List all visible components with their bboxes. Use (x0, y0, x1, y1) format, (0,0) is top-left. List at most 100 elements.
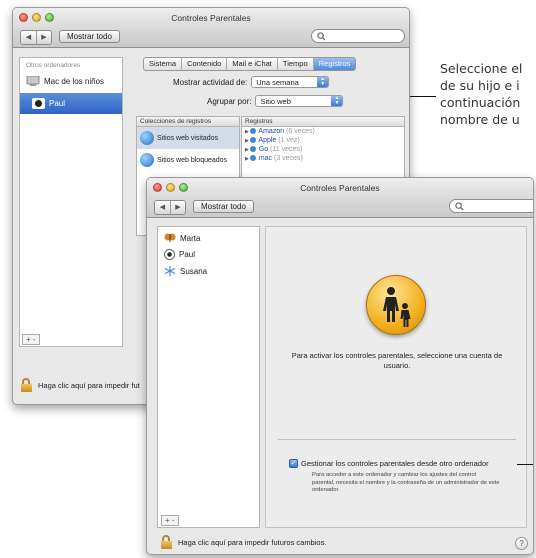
log-item[interactable]: ▶ Apple (1 vez) (242, 136, 404, 145)
back-lock-row[interactable]: Haga clic aquí para impedir fut (21, 378, 140, 392)
remote-management-label[interactable]: Gestionar los controles parentales desde… (301, 459, 489, 468)
collections-header: Colecciones de registros (137, 117, 239, 127)
disclosure-triangle-icon: ▶ (245, 129, 249, 135)
snowflake-icon (164, 266, 176, 276)
user-item-marta[interactable]: Marta (158, 227, 259, 246)
front-window: Controles Parentales ◀ ▶ Mostrar todo Ma… (146, 177, 534, 555)
soccer-ball-icon (32, 98, 45, 109)
help-button[interactable]: ? (515, 537, 528, 550)
nav-buttons: ◀ ▶ (20, 30, 52, 45)
checkbox-leader-line (517, 464, 533, 465)
window-title: Controles Parentales (300, 183, 380, 193)
log-count: (6 veces) (286, 128, 315, 135)
remote-management-checkbox[interactable]: ✓ (289, 459, 298, 468)
user-item-paul[interactable]: Paul (158, 246, 259, 263)
collection-blocked-sites[interactable]: Sitios web bloqueados (137, 149, 239, 171)
log-count: (3 veces) (274, 155, 303, 162)
group-by-row: Agrupar por: Sitio web ▲ ▼ (207, 95, 344, 107)
sidebar-item-paul[interactable]: Paul (20, 93, 122, 114)
blocked-globe-icon (140, 153, 154, 167)
sidebar-header: Otros ordenadores (26, 62, 81, 69)
computer-icon (26, 76, 40, 86)
lock-text: Haga clic aquí para impedir futuros camb… (178, 537, 327, 547)
log-item[interactable]: ▶ Go (11 veces) (242, 145, 404, 154)
parental-controls-icon (366, 275, 426, 335)
callout-line: continuación (440, 95, 521, 110)
globe-icon (140, 131, 154, 145)
show-all-button[interactable]: Mostrar todo (193, 200, 254, 213)
user-name: Susana (180, 266, 208, 276)
sidebar-item-mac-de-los-ninos[interactable]: Mac de los niños (20, 73, 122, 89)
log-name: Amazon (258, 128, 285, 135)
tab-registros[interactable]: Registros (312, 58, 356, 70)
globe-icon (249, 146, 256, 152)
lock-icon (21, 378, 33, 392)
front-lock-row[interactable]: Haga clic aquí para impedir futuros camb… (161, 535, 326, 549)
soccer-ball-icon (164, 249, 175, 260)
show-all-button[interactable]: Mostrar todo (59, 30, 120, 43)
disclosure-triangle-icon: ▶ (245, 138, 249, 144)
collection-label: Sitios web visitados (157, 134, 219, 142)
group-by-value: Sitio web (260, 97, 291, 106)
divider (278, 439, 516, 440)
add-remove-button[interactable]: + - (161, 515, 179, 526)
content-area: Para activar los controles parentales, s… (265, 226, 527, 528)
disclosure-triangle-icon: ▶ (245, 156, 249, 162)
forward-arrow-icon[interactable]: ▶ (36, 31, 51, 44)
show-activity-row: Mostrar actividad de: Una semana ▲ ▼ (173, 76, 330, 88)
add-remove-button[interactable]: + - (22, 334, 40, 345)
group-by-label: Agrupar por: (207, 96, 252, 106)
group-by-popup[interactable]: Sitio web ▲ ▼ (255, 95, 344, 107)
callout-line: Seleccione el (440, 61, 523, 76)
remote-management-row: ✓ Gestionar los controles parentales des… (289, 459, 489, 468)
user-item-susana[interactable]: Susana (158, 263, 259, 279)
select-user-message: Para activar los controles parentales, s… (291, 351, 503, 370)
popup-arrows-icon: ▲ ▼ (331, 96, 343, 106)
log-count: (11 veces) (270, 146, 303, 153)
tab-bar: Sistema Contenido Mail e iChat Tiempo Re… (143, 57, 357, 71)
log-item[interactable]: ▶ mac (3 veces) (242, 154, 404, 163)
log-item[interactable]: ▶ Amazon (6 veces) (242, 127, 404, 136)
front-window-titlebar: Controles Parentales ◀ ▶ Mostrar todo (147, 178, 533, 218)
search-input[interactable] (449, 199, 533, 213)
show-activity-popup[interactable]: Una semana ▲ ▼ (251, 76, 330, 88)
parent-child-icon (383, 287, 411, 327)
user-name: Marta (180, 233, 201, 243)
show-activity-value: Una semana (256, 78, 299, 87)
window-title: Controles Parentales (171, 13, 251, 23)
log-count: (1 vez) (278, 137, 300, 144)
globe-icon (249, 137, 256, 143)
butterfly-icon (164, 233, 176, 242)
collection-label: Sitios web bloqueados (157, 156, 228, 164)
search-icon (317, 32, 326, 41)
tab-mail-ichat[interactable]: Mail e iChat (226, 58, 277, 70)
sidebar-item-label: Mac de los niños (44, 76, 105, 86)
back-arrow-icon[interactable]: ◀ (155, 201, 170, 214)
sidebar-item-label: Paul (49, 99, 66, 108)
tab-sistema[interactable]: Sistema (144, 58, 182, 70)
search-icon (455, 202, 464, 211)
callout-line: nombre de u (440, 112, 520, 127)
globe-icon (249, 155, 256, 161)
lock-text: Haga clic aquí para impedir fut (38, 380, 140, 390)
popup-arrows-icon: ▲ ▼ (317, 77, 329, 87)
lock-icon (161, 535, 173, 549)
back-sidebar: Otros ordenadores Mac de los niños Paul … (19, 57, 123, 347)
show-activity-label: Mostrar actividad de: (173, 77, 248, 87)
remote-management-help-text: Para acceder a este ordenador y cambiar … (312, 472, 500, 493)
tab-tiempo[interactable]: Tiempo (276, 58, 313, 70)
callout-text: Seleccione el de su hijo e i continuació… (440, 60, 522, 128)
user-list: Marta Paul Susana + - (157, 226, 260, 528)
log-name: Apple (258, 137, 277, 144)
globe-icon (249, 128, 256, 134)
forward-arrow-icon[interactable]: ▶ (170, 201, 185, 214)
log-name: mac (258, 155, 273, 162)
search-input[interactable] (311, 29, 405, 43)
back-arrow-icon[interactable]: ◀ (21, 31, 36, 44)
collection-visited-sites[interactable]: Sitios web visitados (137, 127, 239, 149)
nav-buttons: ◀ ▶ (154, 200, 186, 215)
callout-line: de su hijo e i (440, 78, 520, 93)
user-name: Paul (179, 250, 196, 259)
logs-header: Registros (242, 117, 404, 127)
tab-contenido[interactable]: Contenido (181, 58, 227, 70)
